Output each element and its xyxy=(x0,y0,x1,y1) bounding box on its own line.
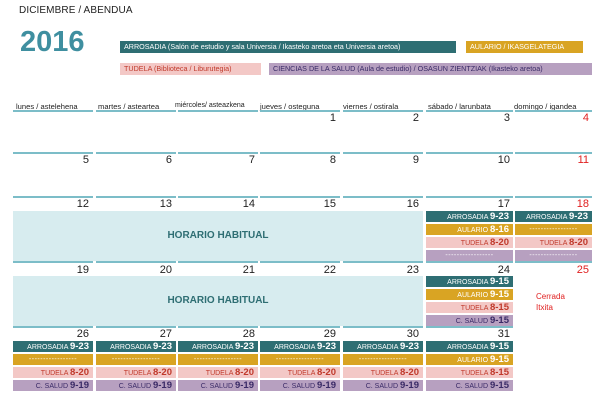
schedule-aulario-closed: ----------------- xyxy=(13,354,93,365)
closed-line-eu: Itxita xyxy=(536,303,553,312)
schedule-csalud: C. SALUD 9-19 xyxy=(13,380,93,391)
schedule-csalud-closed: ----------------- xyxy=(426,250,513,261)
day-number: 5 xyxy=(82,154,89,166)
day-number: 19 xyxy=(76,264,89,276)
cell-divider xyxy=(13,261,93,263)
day-number: 7 xyxy=(248,154,255,166)
day-number: 31 xyxy=(497,328,510,340)
legend-aulario: AULARIO / IKASGELATEGIA xyxy=(466,41,583,53)
schedule-csalud-closed: ----------------- xyxy=(515,250,592,261)
day-number: 27 xyxy=(159,328,172,340)
day-number: 26 xyxy=(76,328,89,340)
schedule-tudela: TUDELA 8-20 xyxy=(13,367,93,378)
cell-divider xyxy=(96,110,176,112)
cell-divider xyxy=(178,261,258,263)
schedule-tudela: TUDELA 8-20 xyxy=(343,367,423,378)
schedule-arrosadia: ARROSADIA 9-23 xyxy=(96,341,176,352)
schedule-csalud: C. SALUD 9-15 xyxy=(426,315,513,326)
cell-divider xyxy=(343,261,423,263)
day-number: 21 xyxy=(242,264,255,276)
schedule-csalud: C. SALUD 9-19 xyxy=(96,380,176,391)
cell-divider xyxy=(178,110,258,112)
schedule-csalud: C. SALUD 9-15 xyxy=(426,380,513,391)
horario-habitual-banner: HORARIO HABITUAL xyxy=(13,211,423,261)
day-number-sunday: 18 xyxy=(576,198,589,210)
schedule-arrosadia: ARROSADIA 9-23 xyxy=(515,211,592,222)
schedule-csalud: C. SALUD 9-19 xyxy=(178,380,258,391)
day-number-sunday: 4 xyxy=(582,112,589,124)
cell-divider xyxy=(96,261,176,263)
schedule-tudela: TUDELA 8-20 xyxy=(260,367,340,378)
cell-divider xyxy=(260,261,340,263)
schedule-arrosadia: ARROSADIA 9-23 xyxy=(260,341,340,352)
day-number: 1 xyxy=(329,112,336,124)
legend-tudela: TUDELA (Biblioteca / Liburutegia) xyxy=(120,63,261,75)
schedule-arrosadia: ARROSADIA 9-23 xyxy=(13,341,93,352)
closed-note: Cerrada Itxita xyxy=(536,291,565,313)
day-number: 3 xyxy=(503,112,510,124)
horario-habitual-banner: HORARIO HABITUAL xyxy=(13,276,423,326)
schedule-tudela: TUDELA 8-20 xyxy=(96,367,176,378)
schedule-aulario-closed: ----------------- xyxy=(343,354,423,365)
legend-arrosadia: ARROSADIA (Salón de estudio y sala Unive… xyxy=(120,41,456,53)
day-number: 28 xyxy=(242,328,255,340)
schedule-arrosadia: ARROSADIA 9-23 xyxy=(426,211,513,222)
day-number: 14 xyxy=(242,198,255,210)
schedule-tudela: TUDELA 8-20 xyxy=(178,367,258,378)
schedule-arrosadia: ARROSADIA 9-23 xyxy=(178,341,258,352)
day-number: 12 xyxy=(76,198,89,210)
schedule-aulario: AULARIO 9-15 xyxy=(426,354,513,365)
day-number: 15 xyxy=(323,198,336,210)
year-title: 2016 xyxy=(20,26,85,58)
schedule-aulario-closed: ----------------- xyxy=(515,224,592,235)
day-number: 9 xyxy=(412,154,419,166)
schedule-arrosadia: ARROSADIA 9-15 xyxy=(426,276,513,287)
day-number: 8 xyxy=(329,154,336,166)
schedule-aulario-closed: ----------------- xyxy=(260,354,340,365)
day-number: 20 xyxy=(159,264,172,276)
month-title: DICIEMBRE / ABENDUA xyxy=(19,5,133,16)
schedule-csalud: C. SALUD 9-19 xyxy=(343,380,423,391)
closed-line-es: Cerrada xyxy=(536,292,565,301)
day-number-sunday: 11 xyxy=(577,154,589,166)
schedule-aulario: AULARIO 8-16 xyxy=(426,224,513,235)
day-number: 17 xyxy=(497,198,510,210)
day-number: 13 xyxy=(159,198,172,210)
schedule-tudela: TUDELA 8-15 xyxy=(426,367,513,378)
cell-divider xyxy=(515,261,592,263)
cell-divider xyxy=(426,261,513,263)
schedule-aulario: AULARIO 9-15 xyxy=(426,289,513,300)
day-number: 22 xyxy=(323,264,336,276)
schedule-arrosadia: ARROSADIA 9-15 xyxy=(426,341,513,352)
schedule-csalud: C. SALUD 9-19 xyxy=(260,380,340,391)
legend-csalud: CIENCIAS DE LA SALUD (Aula de estudio) /… xyxy=(269,63,592,75)
schedule-arrosadia: ARROSADIA 9-23 xyxy=(343,341,423,352)
day-number: 29 xyxy=(323,328,336,340)
schedule-tudela: TUDELA 8-20 xyxy=(426,237,513,248)
schedule-aulario-closed: ----------------- xyxy=(178,354,258,365)
day-number: 23 xyxy=(406,264,419,276)
day-number: 10 xyxy=(497,154,510,166)
day-number-sunday: 25 xyxy=(576,264,589,276)
schedule-tudela: TUDELA 8-20 xyxy=(515,237,592,248)
day-number: 24 xyxy=(497,264,510,276)
day-number: 6 xyxy=(165,154,172,166)
schedule-tudela: TUDELA 8-15 xyxy=(426,302,513,313)
day-number: 2 xyxy=(412,112,419,124)
day-number: 30 xyxy=(406,328,419,340)
cell-divider xyxy=(13,110,93,112)
schedule-aulario-closed: ----------------- xyxy=(96,354,176,365)
day-number: 16 xyxy=(406,198,419,210)
weekday-wednesday: miércoles/ asteazkena xyxy=(175,102,245,109)
